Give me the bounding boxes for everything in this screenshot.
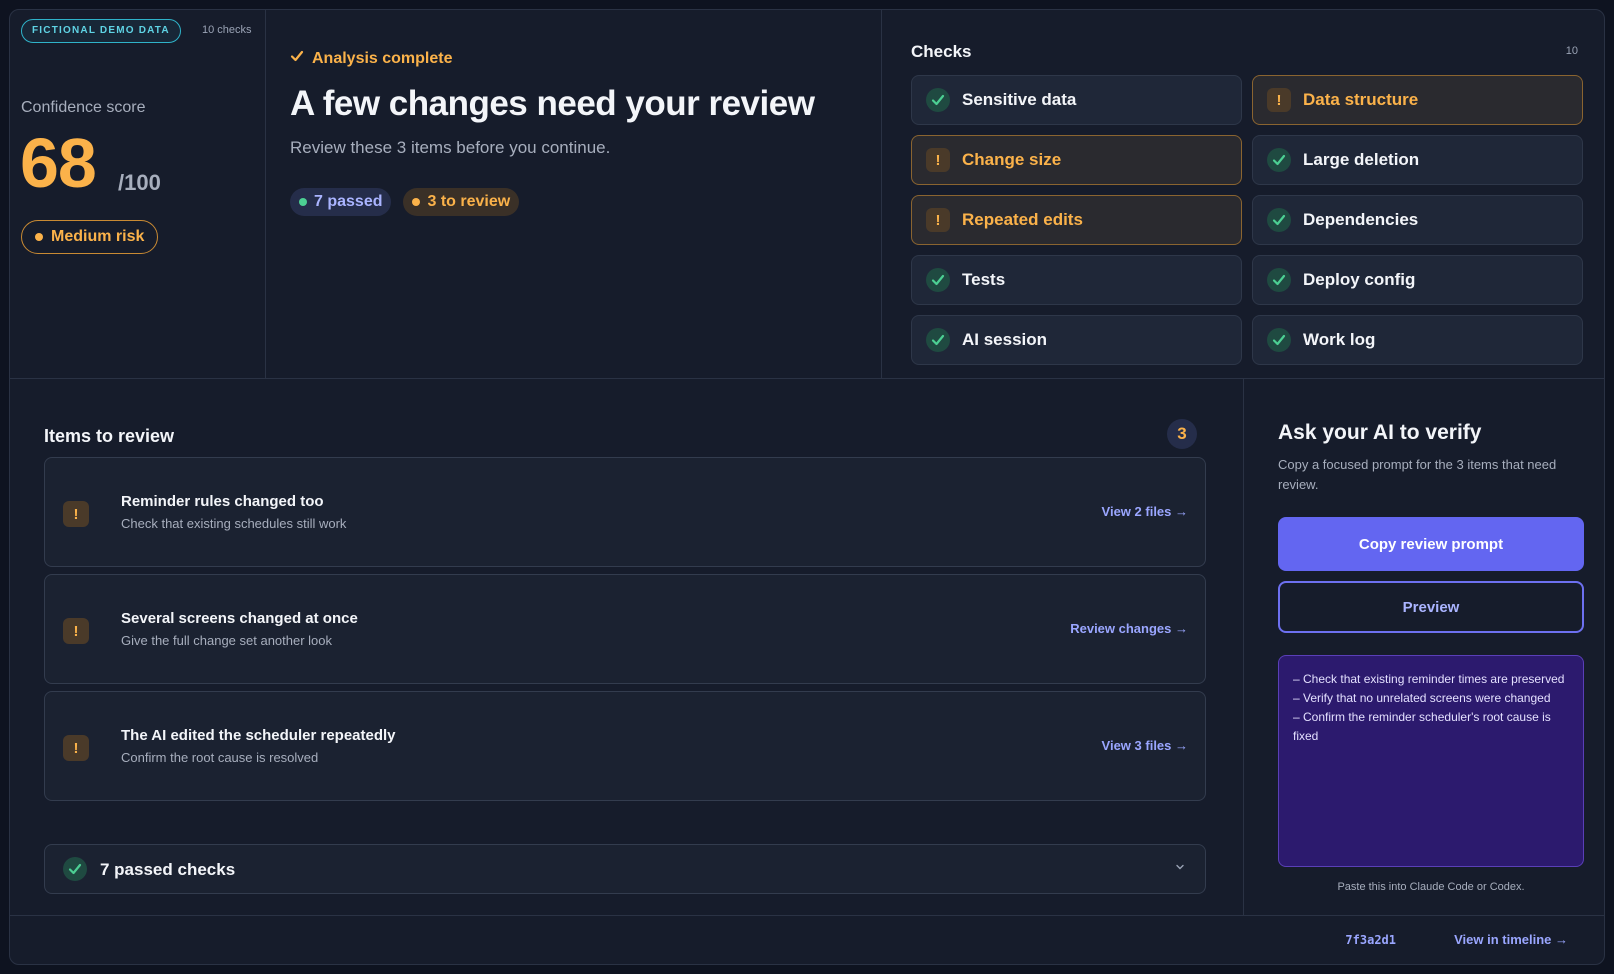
view-files-link[interactable]: View 2 files → xyxy=(1102,504,1188,519)
items-to-review-title: Items to review xyxy=(44,426,175,446)
warning-icon: ! xyxy=(63,735,89,761)
review-item-subtitle: Check that existing schedules still work xyxy=(121,516,347,531)
check-dependencies[interactable]: Dependencies xyxy=(1252,195,1583,245)
passed-dot-icon xyxy=(299,198,307,206)
checks-grid: Sensitive data ! Data structure ! Change… xyxy=(911,75,1583,365)
report-window: FICTIONAL DEMO DATA 10 checks Confidence… xyxy=(9,9,1605,965)
prompt-line: – Confirm the reminder scheduler's root … xyxy=(1293,710,1551,743)
chevron-down-icon xyxy=(1175,861,1185,875)
check-sensitive-data[interactable]: Sensitive data xyxy=(911,75,1242,125)
summary-section: FICTIONAL DEMO DATA 10 checks Confidence… xyxy=(10,10,1604,379)
review-dot-icon xyxy=(412,198,421,206)
review-item-title: The AI edited the scheduler repeatedly xyxy=(121,727,396,744)
warning-icon: ! xyxy=(926,208,950,232)
copy-review-prompt-button[interactable]: Copy review prompt xyxy=(1278,517,1584,571)
check-pass-icon xyxy=(1267,148,1291,172)
check-pass-icon xyxy=(1267,268,1291,292)
review-pill: 3 to review xyxy=(403,188,520,216)
ai-verify-title: Ask your AI to verify xyxy=(1278,421,1482,444)
check-label: Deploy config xyxy=(1303,270,1416,289)
warning-icon: ! xyxy=(63,501,89,527)
commit-hash[interactable]: 7f3a2d1 xyxy=(1345,933,1396,947)
warning-icon: ! xyxy=(926,148,950,172)
check-label: Data structure xyxy=(1303,90,1419,109)
passed-pill-label: 7 passed xyxy=(314,193,383,210)
footer: 7f3a2d1 View in timeline → xyxy=(10,915,1604,964)
analysis-status: Analysis complete xyxy=(290,49,453,68)
paste-note: Paste this into Claude Code or Codex. xyxy=(1337,881,1525,893)
review-item-subtitle: Confirm the root cause is resolved xyxy=(121,750,319,765)
score-max: /100 xyxy=(118,170,161,195)
check-work-log[interactable]: Work log xyxy=(1252,315,1583,365)
review-item[interactable]: ! Reminder rules changed too Check that … xyxy=(44,457,1206,567)
check-label: Repeated edits xyxy=(962,210,1083,229)
score-panel: FICTIONAL DEMO DATA 10 checks Confidence… xyxy=(10,10,266,379)
checks-total: 10 xyxy=(1565,45,1578,57)
passed-checks-label: 7 passed checks xyxy=(100,860,236,879)
check-label: Tests xyxy=(962,270,1006,289)
result-pills: 7 passed 3 to review xyxy=(290,188,520,216)
passed-checks-toggle[interactable]: 7 passed checks xyxy=(44,844,1206,894)
confidence-score: 68 xyxy=(20,124,97,202)
check-change-size[interactable]: ! Change size xyxy=(911,135,1242,185)
view-files-link[interactable]: View 3 files → xyxy=(1102,738,1188,753)
review-changes-link[interactable]: Review changes → xyxy=(1070,621,1188,636)
check-pass-icon xyxy=(63,857,87,881)
page-title: A few changes need your review xyxy=(290,84,815,123)
risk-dot-icon xyxy=(35,233,43,241)
risk-label: Medium risk xyxy=(51,228,145,245)
check-pass-icon xyxy=(926,268,950,292)
checkmark-icon xyxy=(290,49,304,68)
check-tests[interactable]: Tests xyxy=(911,255,1242,305)
review-item[interactable]: ! Several screens changed at once Give t… xyxy=(44,574,1206,684)
prompt-line: – Check that existing reminder times are… xyxy=(1293,672,1565,686)
check-pass-icon xyxy=(1267,328,1291,352)
analysis-status-label: Analysis complete xyxy=(312,49,453,67)
review-item-subtitle: Give the full change set another look xyxy=(121,633,333,648)
warning-icon: ! xyxy=(1267,88,1291,112)
risk-badge: Medium risk xyxy=(21,220,159,254)
review-item[interactable]: ! The AI edited the scheduler repeatedly… xyxy=(44,691,1206,801)
check-label: Work log xyxy=(1303,330,1376,349)
prompt-line: – Verify that no unrelated screens were … xyxy=(1293,691,1551,705)
preview-button[interactable]: Preview xyxy=(1278,581,1584,633)
details-section: Items to review 3 ! Reminder rules chang… xyxy=(10,379,1604,964)
summary-panel: Analysis complete A few changes need you… xyxy=(266,10,882,379)
check-label: AI session xyxy=(962,330,1048,349)
warning-icon: ! xyxy=(63,618,89,644)
check-repeated-edits[interactable]: ! Repeated edits xyxy=(911,195,1242,245)
check-label: Sensitive data xyxy=(962,90,1077,109)
demo-data-badge: FICTIONAL DEMO DATA xyxy=(21,19,181,43)
review-pill-label: 3 to review xyxy=(427,193,511,210)
check-pass-icon xyxy=(926,328,950,352)
review-item-title: Several screens changed at once xyxy=(121,610,358,627)
confidence-label: Confidence score xyxy=(21,99,146,116)
check-pass-icon xyxy=(1267,208,1291,232)
check-label: Dependencies xyxy=(1303,210,1419,229)
check-label: Change size xyxy=(962,150,1062,169)
view-in-timeline-link[interactable]: View in timeline → xyxy=(1454,932,1568,947)
check-data-structure[interactable]: ! Data structure xyxy=(1252,75,1583,125)
ai-verify-panel: Ask your AI to verify Copy a focused pro… xyxy=(1244,379,1604,915)
check-large-deletion[interactable]: Large deletion xyxy=(1252,135,1583,185)
check-pass-icon xyxy=(926,88,950,112)
checks-count: 10 checks xyxy=(202,24,252,36)
check-deploy-config[interactable]: Deploy config xyxy=(1252,255,1583,305)
ai-verify-description: Copy a focused prompt for the 3 items th… xyxy=(1278,457,1557,492)
review-panel: Items to review 3 ! Reminder rules chang… xyxy=(10,379,1244,915)
items-count-badge: 3 xyxy=(1167,419,1197,449)
page-subtitle: Review these 3 items before you continue… xyxy=(290,138,611,157)
check-label: Large deletion xyxy=(1303,150,1420,169)
prompt-preview[interactable]: – Check that existing reminder times are… xyxy=(1278,655,1584,867)
check-ai-session[interactable]: AI session xyxy=(911,315,1242,365)
checks-panel: Checks 10 Sensitive data ! Data structur… xyxy=(882,10,1604,379)
checks-title: Checks xyxy=(911,42,972,61)
passed-pill: 7 passed xyxy=(290,188,392,216)
review-item-title: Reminder rules changed too xyxy=(121,493,324,510)
